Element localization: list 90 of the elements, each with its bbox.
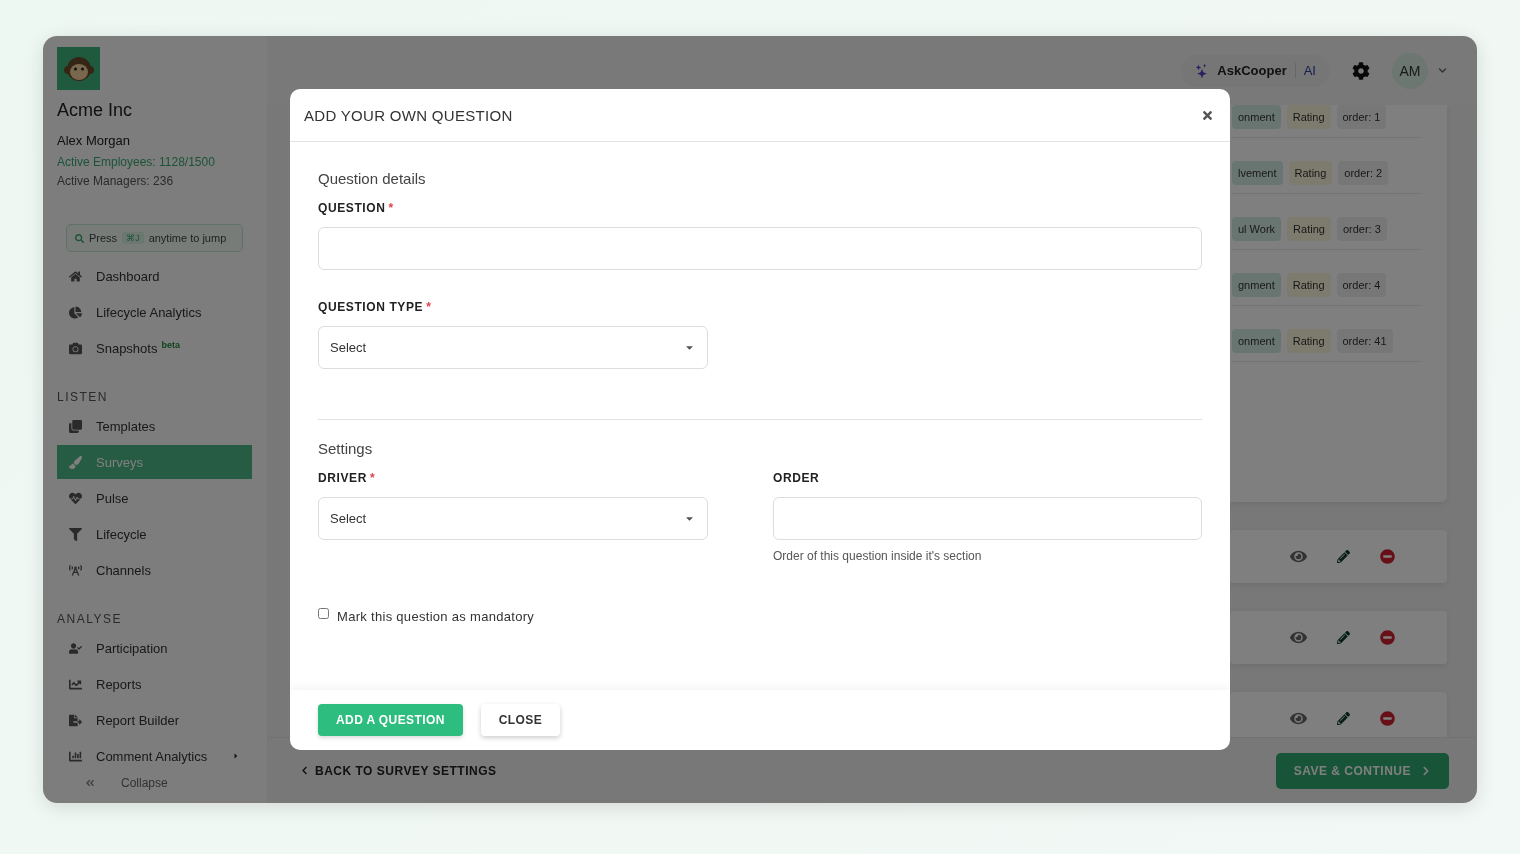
back-link[interactable]: BACK TO SURVEY SETTINGS [300, 763, 497, 778]
employees-count: Active Employees: 1128/1500 [57, 155, 216, 169]
bar-chart-icon [69, 749, 82, 763]
nav-item[interactable]: Pulse [57, 481, 252, 515]
home-icon [69, 269, 82, 283]
section-title: Settings [318, 440, 374, 457]
funnel-icon [69, 527, 82, 541]
monkey-logo-icon [63, 55, 94, 82]
driver-tag: ul Work [1232, 217, 1282, 241]
user-check-icon [69, 641, 82, 655]
nav-item[interactable]: Snapshots $^{beta}$ [57, 331, 252, 365]
user-avatar[interactable]: AM [1392, 52, 1428, 89]
pencil-icon[interactable] [1337, 712, 1350, 725]
question-input[interactable] [318, 227, 1202, 270]
eye-icon[interactable] [1290, 710, 1307, 727]
save-continue-button[interactable]: SAVE & CONTINUE [1275, 752, 1449, 789]
driver-tag: onment [1232, 105, 1281, 129]
checkbox-label: Mark this question as mandatory [337, 609, 535, 624]
type-tag: Rating [1287, 217, 1331, 241]
pencil-icon[interactable] [1337, 550, 1350, 563]
field-label: QUESTION * [318, 201, 395, 215]
tower-icon [69, 563, 82, 577]
section-heading: LISTEN [57, 390, 109, 404]
pencil-icon[interactable] [1337, 631, 1350, 644]
add-question-button[interactable]: ADD A QUESTION [318, 704, 463, 736]
jump-hint: anytime to jump [148, 232, 227, 244]
pie-chart-icon [69, 305, 82, 319]
remove-icon[interactable] [1380, 549, 1395, 564]
nav-item[interactable]: Templates [57, 409, 252, 443]
search-icon [75, 233, 84, 243]
jump-hint: Press [89, 232, 118, 244]
order-help-text: Order of this question inside it's section [773, 549, 983, 563]
heart-pulse-icon [69, 491, 82, 505]
nav-item[interactable]: Participation [57, 631, 252, 665]
mandatory-checkbox[interactable] [318, 608, 329, 619]
chevron-right-icon [1421, 765, 1431, 776]
type-tag: Rating [1286, 329, 1331, 353]
order-tag: order: 4 [1336, 273, 1387, 297]
section-heading: ANALYSE [57, 612, 123, 626]
nav-item[interactable]: Comment Analytics [57, 739, 252, 773]
nav-item[interactable]: Lifecycle [57, 517, 252, 551]
remove-icon[interactable] [1380, 711, 1395, 726]
line-chart-icon [69, 677, 82, 691]
dialog-title: ADD YOUR OWN QUESTION [304, 106, 513, 124]
order-input[interactable] [773, 497, 1202, 540]
remove-icon[interactable] [1380, 630, 1395, 645]
eye-icon[interactable] [1290, 548, 1307, 565]
settings-icon[interactable] [1352, 61, 1370, 80]
driver-select[interactable]: Select [318, 497, 708, 540]
close-button[interactable] [1201, 108, 1214, 122]
type-tag: Rating [1286, 273, 1331, 297]
nav-item[interactable]: Channels [57, 553, 252, 587]
order-tag: order: 3 [1336, 217, 1387, 241]
nav-item[interactable]: Reports [57, 667, 252, 701]
type-tag: Rating [1286, 105, 1331, 129]
chevron-down-icon[interactable] [1438, 66, 1447, 75]
close-dialog-button[interactable]: CLOSE [480, 704, 561, 736]
type-tag: Rating [1288, 161, 1333, 185]
file-export-icon [69, 713, 82, 727]
required-mark: * [369, 471, 376, 485]
shortcut-key: ⌘J [122, 232, 144, 244]
field-label: DRIVER * [318, 471, 377, 485]
nav-item[interactable]: Lifecycle Analytics [57, 295, 252, 329]
driver-tag: onment [1232, 329, 1281, 353]
collapse-button[interactable]: Collapse [57, 776, 253, 790]
order-tag: order: 2 [1338, 161, 1389, 185]
required-mark: * [426, 300, 432, 314]
chevron-left-icon [300, 766, 309, 775]
question-type-select[interactable]: Select [318, 326, 708, 369]
nav-item[interactable]: Dashboard [57, 259, 252, 293]
nav-item[interactable]: Report Builder [57, 703, 252, 737]
field-label: ORDER [773, 471, 821, 485]
managers-count: Active Managers: 236 [57, 174, 175, 188]
section-title: Question details [318, 170, 427, 187]
user-name: Alex Morgan [57, 133, 131, 148]
driver-tag: lvement [1232, 161, 1283, 185]
required-mark: * [388, 201, 394, 215]
close-icon [1201, 108, 1214, 122]
brush-icon [69, 455, 82, 469]
double-chevron-icon [85, 778, 95, 788]
camera-icon [69, 341, 82, 355]
driver-tag: gnment [1232, 273, 1281, 297]
eye-icon[interactable] [1290, 629, 1307, 646]
jump-search[interactable]: Press ⌘J anytime to jump [66, 224, 243, 252]
order-tag: order: 41 [1336, 329, 1393, 353]
beta-label: beta [161, 339, 180, 350]
company-name: Acme Inc [57, 100, 134, 121]
field-label: QUESTION TYPE * [318, 300, 433, 314]
copies-icon [69, 419, 82, 433]
order-tag: order: 1 [1336, 105, 1387, 129]
